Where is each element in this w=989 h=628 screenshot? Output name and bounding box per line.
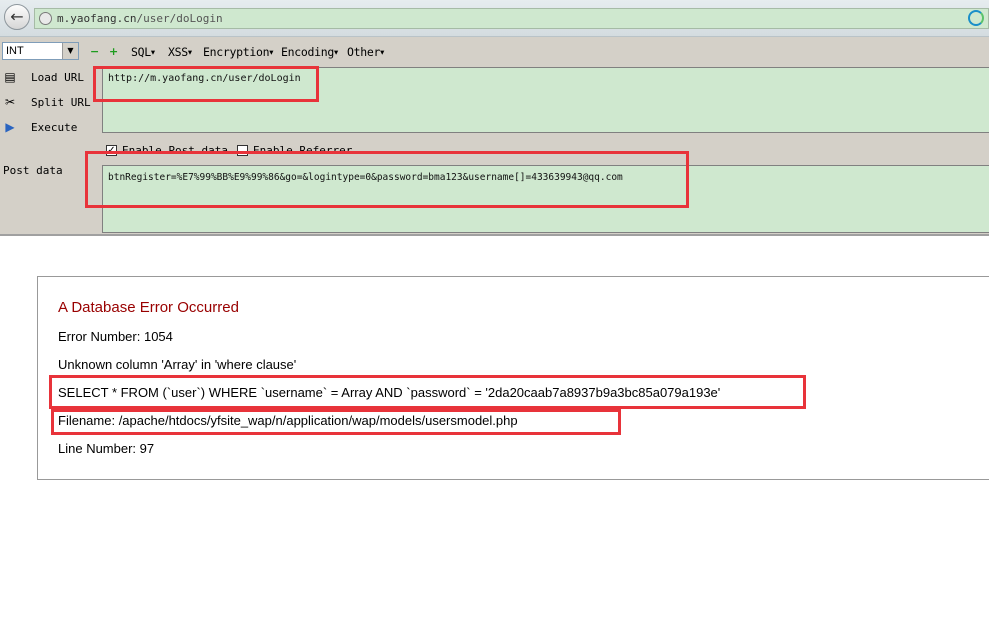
menu-encryption[interactable]: Encryption▼ [203, 45, 273, 59]
checkbox-unchecked[interactable] [237, 145, 248, 156]
browser-toolbar: ← m.yaofang.cn/user/doLogin [0, 0, 989, 37]
enable-post-label: Enable Post data [122, 144, 228, 157]
menu-other[interactable]: Other▼ [347, 45, 384, 59]
type-select[interactable]: INT ▼ [2, 42, 79, 60]
hackbar-panel: INT ▼ − + SQL▼ XSS▼ Encryption▼ Encoding… [0, 37, 989, 235]
increase-icon[interactable]: + [109, 46, 118, 57]
enable-referrer-label: Enable Referrer [253, 144, 353, 157]
execute-label: Execute [31, 120, 78, 134]
load-url-icon: ▤ [4, 70, 16, 84]
enable-post-checkbox[interactable]: ✓ Enable Post data [106, 144, 228, 157]
split-url-button[interactable]: ✂ Split URL [0, 91, 96, 113]
address-text[interactable]: m.yaofang.cn/user/doLogin [57, 12, 223, 25]
error-line-number: Line Number: 97 [58, 441, 155, 456]
site-globe-icon [39, 12, 52, 25]
scissors-icon: ✂ [4, 95, 16, 109]
play-icon: ▶ [5, 120, 15, 134]
error-heading: A Database Error Occurred [58, 299, 239, 316]
decrease-icon[interactable]: − [90, 46, 99, 57]
load-url-label: Load URL [31, 70, 84, 84]
back-arrow-icon[interactable]: ← [4, 4, 30, 30]
load-url-button[interactable]: ▤ Load URL [0, 66, 96, 88]
error-message: Unknown column 'Array' in 'where clause' [58, 357, 297, 372]
post-data-textarea[interactable]: btnRegister=%E7%99%BB%E9%99%86&go=&login… [102, 165, 989, 233]
type-select-value: INT [6, 45, 24, 57]
error-filename: Filename: /apache/htdocs/yfsite_wap/n/ap… [58, 413, 518, 428]
error-number: Error Number: 1054 [58, 329, 173, 344]
menu-xss[interactable]: XSS▼ [168, 45, 192, 59]
chevron-down-icon[interactable]: ▼ [62, 43, 78, 59]
hackbar-divider [0, 234, 989, 236]
menu-encoding[interactable]: Encoding▼ [281, 45, 338, 59]
split-url-label: Split URL [31, 95, 91, 109]
menu-sql[interactable]: SQL▼ [131, 45, 155, 59]
address-bar[interactable]: m.yaofang.cn/user/doLogin [34, 8, 989, 29]
url-textarea[interactable]: http://m.yaofang.cn/user/doLogin [102, 67, 989, 133]
enable-referrer-checkbox[interactable]: Enable Referrer [237, 144, 352, 157]
execute-button[interactable]: ▶ Execute [0, 116, 96, 138]
database-error-panel: A Database Error Occurred Error Number: … [37, 276, 989, 480]
post-data-label: Post data [3, 164, 63, 177]
browser-brand-icon[interactable] [968, 10, 984, 26]
error-query: SELECT * FROM (`user`) WHERE `username` … [58, 385, 721, 400]
checkbox-checked[interactable]: ✓ [106, 145, 117, 156]
